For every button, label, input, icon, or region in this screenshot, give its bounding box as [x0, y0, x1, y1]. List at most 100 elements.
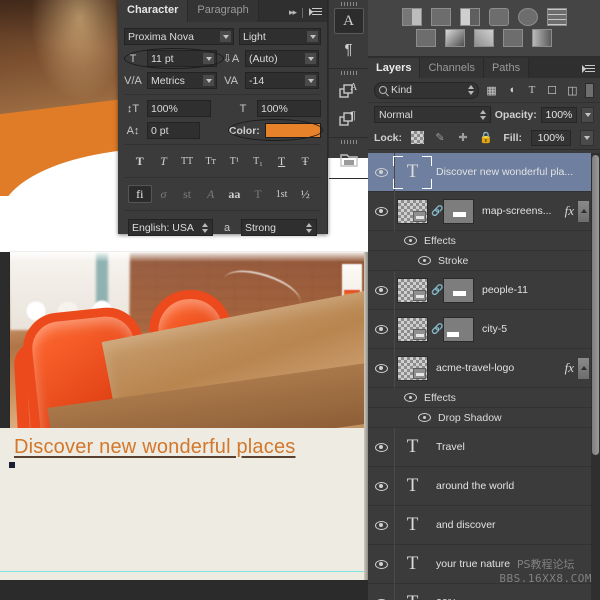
- font-family-input[interactable]: Proxima Nova: [124, 28, 234, 45]
- table-row[interactable]: T 20%: [368, 583, 600, 600]
- chevron-down-icon[interactable]: [202, 52, 215, 65]
- layer-thumbnail[interactable]: [397, 355, 428, 381]
- channel-mixer-icon[interactable]: [503, 29, 523, 47]
- table-row[interactable]: 🔗 map-screens... fx: [368, 191, 600, 231]
- subscript-button[interactable]: T₁: [246, 152, 270, 170]
- layer-visibility-toggle[interactable]: [368, 520, 394, 530]
- contextual-alternates-button[interactable]: σ: [152, 185, 176, 203]
- link-icon[interactable]: 🔗: [431, 206, 443, 217]
- titling-alternates-button[interactable]: T: [246, 185, 270, 203]
- panel-menu-icon[interactable]: [309, 8, 322, 17]
- exposure-icon[interactable]: [488, 8, 509, 26]
- layer-mask-thumbnail[interactable]: [443, 277, 474, 303]
- collapse-effects-icon[interactable]: [577, 356, 590, 380]
- panel-grip[interactable]: [329, 138, 368, 145]
- table-row[interactable]: T and discover: [368, 505, 600, 545]
- tab-character[interactable]: Character: [118, 0, 189, 22]
- lock-image-pixels-icon[interactable]: ✎: [433, 131, 447, 145]
- table-row[interactable]: T Discover new wonderful pla...: [368, 153, 600, 192]
- strikethrough-button[interactable]: Ŧ: [293, 152, 317, 170]
- standard-ligatures-button[interactable]: fi: [128, 185, 152, 203]
- layer-effects-group[interactable]: Effects: [368, 231, 600, 251]
- paragraph-styles-icon[interactable]: ¶: [334, 105, 364, 131]
- font-size-input[interactable]: 11 pt: [147, 50, 217, 67]
- type-layer-thumbnail[interactable]: T: [397, 474, 428, 499]
- layer-thumbnail[interactable]: [397, 198, 428, 224]
- pixel-layers-icon[interactable]: ▦: [485, 83, 499, 97]
- adjustment-layers-icon[interactable]: ◖: [505, 83, 519, 97]
- baseline-shift-input[interactable]: 0 pt: [147, 122, 200, 139]
- layer-visibility-toggle[interactable]: [368, 363, 394, 373]
- link-icon[interactable]: 🔗: [431, 285, 443, 296]
- ordinals-button[interactable]: 1st: [270, 185, 294, 203]
- discretionary-ligatures-button[interactable]: st: [175, 185, 199, 203]
- opacity-input[interactable]: 100%: [540, 106, 578, 123]
- layer-effects-group[interactable]: Effects: [368, 388, 600, 408]
- type-layer-thumbnail[interactable]: T: [397, 552, 428, 577]
- collapse-arrows-icon[interactable]: ▸▸: [289, 7, 297, 18]
- layer-mask-thumbnail[interactable]: [443, 198, 474, 224]
- kerning-input[interactable]: Metrics: [147, 72, 217, 89]
- stepper-icon[interactable]: [200, 221, 210, 234]
- layer-list[interactable]: T Discover new wonderful pla... 🔗 map-sc…: [368, 153, 600, 600]
- eye-icon[interactable]: [418, 413, 431, 422]
- anti-aliasing-select[interactable]: Strong: [241, 219, 317, 236]
- horizontal-scale-input[interactable]: 100%: [257, 100, 321, 117]
- layer-name[interactable]: map-screens...: [474, 205, 565, 217]
- type-layer-thumbnail[interactable]: T: [393, 155, 432, 189]
- chevron-down-icon[interactable]: [219, 30, 232, 43]
- layer-thumbnail[interactable]: [397, 316, 428, 342]
- fill-chevron-down-icon[interactable]: [580, 129, 594, 146]
- filter-kind-select[interactable]: Kind: [374, 81, 479, 99]
- panel-grip[interactable]: [329, 69, 368, 76]
- layer-visibility-toggle[interactable]: [368, 559, 394, 569]
- layer-name[interactable]: around the world: [428, 480, 590, 492]
- superscript-button[interactable]: T¹: [223, 152, 247, 170]
- lock-position-icon[interactable]: ✚: [456, 131, 470, 145]
- levels-icon[interactable]: [430, 8, 451, 26]
- faux-italic-button[interactable]: T: [152, 152, 176, 170]
- link-icon[interactable]: 🔗: [431, 324, 443, 335]
- fx-badge-icon[interactable]: fx: [565, 360, 577, 376]
- layer-name[interactable]: and discover: [428, 519, 590, 531]
- stepper-icon[interactable]: [478, 108, 488, 121]
- gradient-map-icon[interactable]: [532, 29, 552, 47]
- chevron-down-icon[interactable]: [304, 74, 317, 87]
- small-caps-button[interactable]: Tт: [199, 152, 223, 170]
- layer-name[interactable]: people-11: [474, 284, 590, 296]
- chevron-down-icon[interactable]: [306, 30, 319, 43]
- fill-input[interactable]: 100%: [531, 129, 571, 146]
- type-layer-thumbnail[interactable]: T: [397, 591, 428, 600]
- eye-icon[interactable]: [404, 393, 417, 402]
- panel-menu-icon[interactable]: [582, 65, 595, 74]
- text-color-swatch[interactable]: [264, 123, 321, 138]
- language-select[interactable]: English: USA: [128, 219, 213, 236]
- opacity-chevron-down-icon[interactable]: [581, 106, 594, 123]
- stylistic-alternates-button[interactable]: aa: [223, 185, 247, 203]
- canvas-headline-text[interactable]: Discover new wonderful places: [14, 436, 344, 459]
- type-layers-icon[interactable]: T: [525, 83, 539, 97]
- tracking-input[interactable]: -14: [245, 72, 319, 89]
- tab-channels[interactable]: Channels: [420, 58, 484, 78]
- layer-name[interactable]: acme-travel-logo: [428, 362, 565, 374]
- layer-name[interactable]: Discover new wonderful pla...: [428, 166, 590, 178]
- stepper-icon[interactable]: [304, 221, 314, 234]
- lock-transparent-pixels-icon[interactable]: [411, 131, 425, 144]
- eye-icon[interactable]: [418, 256, 431, 265]
- layer-thumbnail[interactable]: [397, 277, 428, 303]
- fractions-button[interactable]: ½: [293, 185, 317, 203]
- smart-object-icon[interactable]: ◫: [565, 83, 579, 97]
- type-layer-thumbnail[interactable]: T: [397, 513, 428, 538]
- type-layer-thumbnail[interactable]: T: [397, 435, 428, 460]
- leading-input[interactable]: (Auto): [245, 50, 319, 67]
- brightness-contrast-icon[interactable]: [401, 8, 422, 26]
- black-white-icon[interactable]: [445, 29, 465, 47]
- table-row[interactable]: 🔗 people-11: [368, 270, 600, 310]
- layer-visibility-toggle[interactable]: [368, 285, 394, 295]
- layer-mask-thumbnail[interactable]: [443, 316, 474, 342]
- table-row[interactable]: acme-travel-logo fx: [368, 348, 600, 388]
- lock-all-icon[interactable]: 🔒: [479, 131, 493, 145]
- layer-effect-item[interactable]: Stroke: [368, 251, 600, 271]
- all-caps-button[interactable]: TT: [175, 152, 199, 170]
- layer-effect-item[interactable]: Drop Shadow: [368, 408, 600, 428]
